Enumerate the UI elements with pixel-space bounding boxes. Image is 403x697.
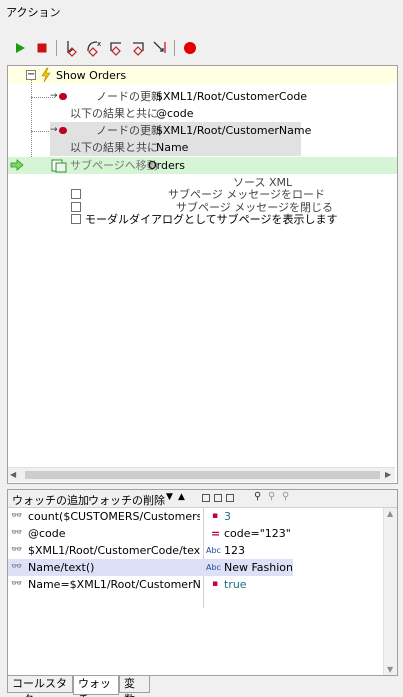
play-icon[interactable]	[10, 38, 30, 58]
watch-type: Abc	[206, 546, 221, 555]
watch-row[interactable]: 👓 count($CUSTOMERS/Customers/C ▪ 3	[8, 508, 397, 525]
node-icon	[59, 127, 67, 134]
subpage-icon	[51, 158, 67, 173]
modal-dialog-checkbox[interactable]	[71, 214, 81, 224]
watch-type: =	[211, 527, 221, 540]
node-icon	[59, 93, 67, 100]
update-sub-label: 以下の結果と共に	[70, 141, 158, 154]
find-prev-icon[interactable]: ⚲	[282, 491, 289, 502]
glasses-icon: 👓	[11, 511, 23, 521]
panel-title: アクション	[6, 6, 61, 19]
scroll-right-icon[interactable]: ▶	[385, 470, 391, 479]
update-label: ノードの更新	[96, 90, 162, 103]
update-value: $XML1/Root/CustomerName	[156, 124, 312, 137]
vertical-scrollbar[interactable]: ▲ ▼	[383, 508, 397, 675]
glasses-icon: 👓	[11, 528, 23, 538]
run-to-cursor-icon[interactable]	[150, 38, 170, 58]
update-sub-label: 以下の結果と共に	[70, 107, 158, 120]
copy-icon[interactable]	[214, 494, 222, 502]
watch-value: true	[224, 578, 247, 591]
find-next-icon[interactable]: ⚲	[268, 491, 275, 502]
goto-label: サブページへ移動	[70, 159, 158, 172]
paste-icon[interactable]	[226, 494, 234, 502]
step-into-icon[interactable]	[62, 38, 82, 58]
new-icon[interactable]	[202, 494, 210, 502]
update-sub-row-1[interactable]: 以下の結果と共に @code	[8, 105, 397, 122]
step-over-icon[interactable]: x	[84, 38, 104, 58]
watch-row[interactable]: 👓 @code = code="123"	[8, 525, 397, 542]
watch-value: New Fashion	[224, 561, 294, 574]
find-icon[interactable]: ⚲	[254, 491, 261, 502]
arrow-icon: →	[50, 91, 58, 101]
watch-row[interactable]: 👓 $XML1/Root/CustomerCode/text() Abc 123	[8, 542, 397, 559]
update-label: ノードの更新	[96, 124, 162, 137]
watch-type: ▪	[212, 579, 219, 589]
watch-type: Abc	[206, 563, 221, 572]
collapse-toggle-icon[interactable]: −	[26, 70, 36, 80]
debug-toolbar: x	[8, 38, 398, 60]
update-node-row-1[interactable]: → ノードの更新 $XML1/Root/CustomerCode	[8, 88, 397, 105]
watch-row-selected[interactable]: 👓 Name/text() Abc New Fashion	[8, 559, 293, 576]
scroll-up-icon[interactable]: ▲	[387, 509, 393, 518]
move-down-icon[interactable]: ▼	[166, 492, 173, 502]
glasses-icon: 👓	[11, 579, 23, 589]
step-out-icon[interactable]	[106, 38, 126, 58]
svg-text:x: x	[97, 40, 101, 48]
watch-expr: $XML1/Root/CustomerCode/text()	[28, 544, 200, 557]
scroll-left-icon[interactable]: ◀	[10, 470, 16, 479]
arrow-icon: →	[50, 125, 58, 135]
goto-value: Orders	[148, 159, 185, 172]
watch-expr: @code	[28, 527, 66, 540]
watch-type: ▪	[212, 511, 219, 521]
watch-expr: Name/text()	[28, 561, 95, 574]
tab-variables[interactable]: 変数	[119, 676, 150, 697]
glasses-icon: 👓	[11, 545, 23, 555]
option-row-3[interactable]: モーダルダイアログとしてサブページを表示します	[8, 211, 397, 228]
watch-expr: Name=$XML1/Root/CustomerNam	[28, 578, 200, 591]
watch-value: 123	[224, 544, 245, 557]
watch-toolbar: ウォッチの追加 ウォッチの削除 ▼ ▲ ⚲ ⚲ ⚲	[8, 490, 397, 508]
add-watch-button[interactable]: ウォッチの追加	[12, 492, 89, 508]
scroll-down-icon[interactable]: ▼	[387, 665, 393, 674]
step-back-icon[interactable]	[128, 38, 148, 58]
root-label: Show Orders	[56, 69, 127, 82]
watch-panel: ウォッチの追加 ウォッチの削除 ▼ ▲ ⚲ ⚲ ⚲ 👓 count($CUSTO…	[7, 489, 398, 676]
update-sub-value: @code	[156, 107, 194, 120]
update-node-row-2[interactable]: → ノードの更新 $XML1/Root/CustomerName	[50, 122, 311, 139]
toolbar-separator	[56, 40, 57, 56]
breakpoint-icon[interactable]	[180, 38, 200, 58]
tab-watch[interactable]: ウォッチ	[73, 676, 119, 697]
toolbar-separator	[174, 40, 175, 56]
load-message-checkbox[interactable]	[71, 189, 81, 199]
update-value: $XML1/Root/CustomerCode	[156, 90, 308, 103]
action-tree-panel: − Show Orders → ノードの更新 $XML1/Root/Custom…	[7, 65, 398, 484]
update-sub-value: Name	[156, 141, 189, 154]
goto-subpage-row[interactable]: サブページへ移動 Orders	[8, 157, 397, 174]
tab-callstack[interactable]: コールスタック	[7, 676, 73, 697]
option-label: モーダルダイアログとしてサブページを表示します	[85, 213, 338, 226]
tree-root-row[interactable]: − Show Orders	[8, 67, 397, 84]
current-step-arrow-icon	[10, 157, 24, 173]
watch-value: code="123"	[224, 527, 291, 540]
watch-value: 3	[224, 510, 231, 523]
glasses-icon: 👓	[11, 562, 23, 572]
update-sub-row-2[interactable]: 以下の結果と共に Name	[50, 139, 301, 156]
lightning-icon	[40, 67, 52, 83]
move-up-icon[interactable]: ▲	[178, 492, 185, 502]
delete-watch-button[interactable]: ウォッチの削除	[88, 492, 165, 508]
watch-expr: count($CUSTOMERS/Customers/C	[28, 510, 200, 523]
scroll-thumb[interactable]	[25, 471, 380, 479]
horizontal-scrollbar[interactable]: ◀ ▶	[8, 467, 395, 482]
watch-row[interactable]: 👓 Name=$XML1/Root/CustomerNam ▪ true	[8, 576, 397, 593]
stop-icon[interactable]	[32, 38, 52, 58]
